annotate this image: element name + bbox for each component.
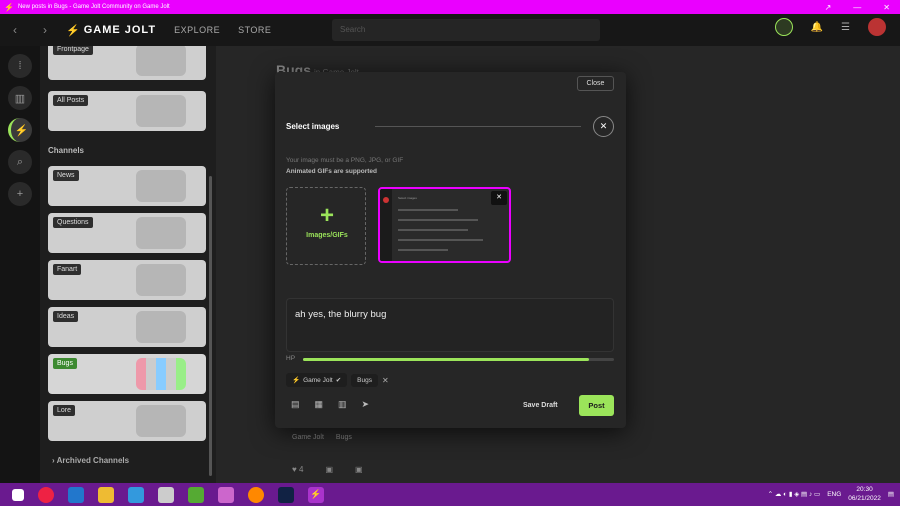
channel-art-icon [136, 311, 186, 343]
send-icon[interactable]: ➤ [362, 399, 370, 410]
channel-news[interactable]: News [48, 166, 206, 206]
channel-ideas[interactable]: Ideas [48, 307, 206, 347]
sidebar-scrollbar[interactable] [209, 176, 212, 476]
post-meta: Game Jolt Bugs [292, 434, 352, 441]
image-thumbnail[interactable]: Select images ✕ [378, 187, 511, 263]
activity-icon[interactable]: ⁞ [8, 54, 32, 78]
brand-logo[interactable]: ⚡ GAME JOLT [66, 24, 156, 37]
hp-bar-fill [303, 358, 590, 361]
channel-questions[interactable]: Questions [48, 213, 206, 253]
steam-icon[interactable] [278, 486, 294, 503]
close-window-button[interactable]: ✕ [883, 3, 890, 12]
tray-icons[interactable]: ⌃ ☁ ◐ ▮ ◈ ▤ ♪ ▭ [768, 490, 821, 498]
notepad-icon[interactable] [158, 486, 174, 503]
archived-channels-toggle[interactable]: › Archived Channels [52, 456, 129, 465]
top-navigation: ‹ › ⚡ GAME JOLT EXPLORE STORE Search 🔔 ☰ [0, 14, 900, 46]
share-icon[interactable]: ▣ [355, 465, 363, 474]
channel-art-icon [136, 95, 186, 127]
channels-heading: Channels [48, 146, 85, 155]
avatar[interactable] [868, 18, 886, 36]
channel-tag[interactable]: Bugs [351, 373, 378, 387]
notification-bell-icon[interactable]: 🔔 [811, 22, 823, 33]
popout-icon[interactable]: ↗ [825, 3, 832, 12]
community-tag[interactable]: ⚡ Game Jolt ✔ [286, 373, 348, 387]
forward-arrow-icon[interactable]: › [30, 23, 60, 37]
chrome-icon[interactable] [38, 486, 54, 503]
save-draft-button[interactable]: Save Draft [523, 402, 558, 409]
quest-icon[interactable] [774, 18, 793, 36]
channel-art-icon [136, 264, 186, 296]
gamejolt-logo-icon: ⚡ [4, 2, 14, 12]
taskbar: ⚡ ⌃ ☁ ◐ ▮ ◈ ▤ ♪ ▭ ENG 20:30 06/21/2022 ▤ [0, 483, 900, 506]
channel-all-posts[interactable]: All Posts [48, 91, 206, 131]
format-hint: Your image must be a PNG, JPG, or GIF [286, 157, 404, 164]
post-tags: ⚡ Game Jolt ✔ Bugs ✕ [286, 373, 389, 387]
post-actions: ♥ 4 ▣ ▣ [292, 465, 363, 474]
app-icon[interactable] [128, 486, 144, 503]
media-icon[interactable] [218, 486, 234, 503]
channel-art-icon [136, 405, 186, 437]
lightning-icon: ⚡ [66, 24, 81, 37]
language-indicator[interactable]: ENG [827, 491, 841, 498]
hp-bar [303, 358, 614, 361]
back-arrow-icon[interactable]: ‹ [0, 23, 30, 37]
file-explorer-icon[interactable] [98, 486, 114, 503]
comment-icon[interactable]: ▣ [325, 465, 333, 474]
left-rail: ⁞ ▥ ⚡ ⌕ + [0, 46, 40, 483]
hp-label: HP [286, 355, 296, 362]
remove-channel-icon[interactable]: ✕ [382, 376, 389, 385]
nav-explore[interactable]: EXPLORE [174, 25, 220, 35]
library-icon[interactable]: ▥ [8, 86, 32, 110]
channel-fanart[interactable]: Fanart [48, 260, 206, 300]
calendar-icon[interactable]: ▥ [338, 399, 347, 410]
search-input[interactable]: Search [332, 19, 600, 41]
thumbnail-text: Select images [398, 196, 417, 200]
channel-bugs[interactable]: Bugs [48, 354, 206, 394]
save-icon[interactable]: ▤ [291, 399, 300, 410]
clock[interactable]: 20:30 06/21/2022 [848, 485, 881, 503]
plus-icon: + [319, 202, 334, 229]
close-images-icon[interactable]: ✕ [593, 116, 614, 137]
channel-frontpage[interactable]: Frontpage [48, 46, 206, 80]
minimize-button[interactable]: — [853, 3, 861, 12]
post-editor-modal: Close Select images ✕ Your image must be… [275, 72, 626, 428]
channel-art-icon [136, 217, 186, 249]
divider [375, 126, 581, 127]
channel-art-icon [136, 358, 186, 390]
blocks-icon[interactable]: ▦ [315, 399, 324, 410]
post-button[interactable]: Post [579, 395, 614, 416]
nav-store[interactable]: STORE [238, 25, 271, 35]
close-button[interactable]: Close [577, 76, 614, 91]
add-community-icon[interactable]: + [8, 182, 32, 206]
window-titlebar: ⚡ New posts in Bugs - Game Jolt Communit… [0, 0, 900, 14]
window-title: New posts in Bugs - Game Jolt Community … [17, 4, 170, 10]
community-gamejolt-icon[interactable]: ⚡ [8, 118, 32, 142]
channel-art-icon [136, 46, 186, 76]
system-tray: ⌃ ☁ ◐ ▮ ◈ ▤ ♪ ▭ ENG 20:30 06/21/2022 ▤ [768, 485, 894, 503]
channels-sidebar: Frontpage All Posts Channels News Questi… [40, 46, 216, 483]
notification-center-icon[interactable]: ▤ [888, 490, 894, 498]
like-icon[interactable]: ♥ 4 [292, 465, 303, 474]
remove-image-button[interactable]: ✕ [491, 191, 507, 205]
gif-hint: Animated GIFs are supported [286, 168, 378, 175]
modal-section-title: Select images [286, 122, 340, 131]
channel-art-icon [136, 170, 186, 202]
browser-icon[interactable] [248, 486, 264, 503]
post-text-editor[interactable]: ah yes, the blurry bug [286, 298, 614, 352]
friends-icon[interactable]: ☰ [841, 22, 850, 33]
discover-search-icon[interactable]: ⌕ [8, 150, 32, 174]
channel-lore[interactable]: Lore [48, 401, 206, 441]
gamejolt-taskbar-icon[interactable]: ⚡ [308, 486, 324, 503]
editor-toolbar: ▤ ▦ ▥ ➤ [291, 399, 369, 410]
windows-start-icon[interactable] [12, 488, 24, 501]
minecraft-icon[interactable] [188, 486, 204, 503]
mail-icon[interactable] [68, 486, 84, 503]
add-image-button[interactable]: + Images/GIFs [286, 187, 366, 265]
